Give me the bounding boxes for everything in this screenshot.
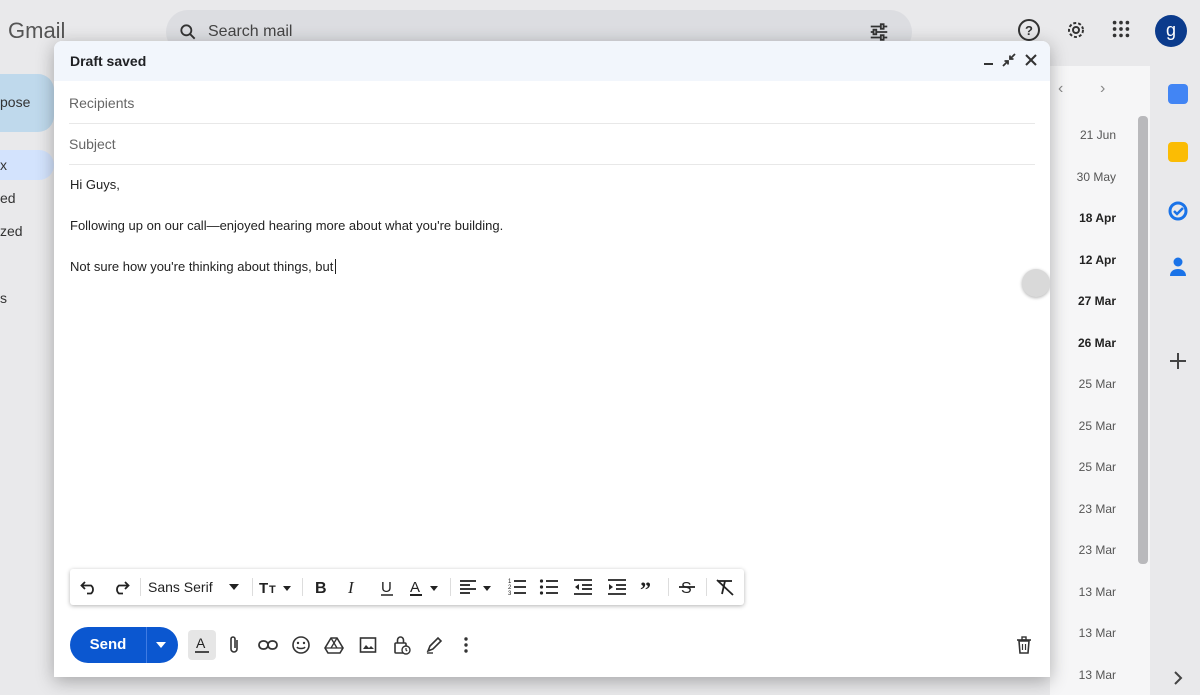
formatting-toolbar: Sans Serif TT B I U A 123 ” S — [70, 569, 744, 605]
email-date: 23 Mar — [1078, 543, 1116, 557]
svg-text:U: U — [381, 579, 392, 596]
redo-icon[interactable] — [110, 577, 132, 597]
compose-button[interactable]: pose — [0, 74, 54, 132]
indent-less-icon[interactable] — [572, 577, 594, 597]
align-icon[interactable] — [458, 577, 496, 597]
send-button-group: Send — [70, 627, 178, 663]
help-icon[interactable]: ? — [1017, 18, 1041, 42]
email-date: 25 Mar — [1078, 418, 1116, 433]
email-date: 13 Mar — [1078, 626, 1116, 640]
subject-placeholder: Subject — [69, 136, 116, 152]
svg-text:B: B — [315, 580, 327, 596]
prev-page-icon[interactable]: ‹ — [1058, 80, 1063, 98]
email-date: 23 Mar — [1078, 501, 1116, 516]
emoji-icon[interactable] — [289, 633, 313, 657]
nav-item-sent[interactable]: ed — [0, 190, 16, 206]
body-line: Following up on our call—enjoyed hearing… — [70, 218, 504, 233]
svg-text:A: A — [196, 635, 206, 651]
email-date: 13 Mar — [1078, 667, 1116, 682]
tasks-icon[interactable] — [1166, 199, 1190, 223]
signature-pen-icon[interactable] — [422, 633, 446, 657]
search-icon[interactable] — [178, 22, 198, 42]
svg-text:A: A — [410, 579, 420, 596]
numbered-list-icon[interactable]: 123 — [506, 577, 528, 597]
font-family-select[interactable]: Sans Serif — [148, 577, 248, 597]
email-date: 25 Mar — [1078, 377, 1116, 391]
text-color-icon[interactable]: A — [408, 577, 442, 597]
bold-icon[interactable]: B — [310, 577, 332, 597]
underline-icon[interactable]: U — [376, 577, 398, 597]
text-cursor — [335, 259, 337, 274]
search-placeholder: Search mail — [208, 23, 293, 40]
svg-text:S: S — [681, 580, 692, 596]
nav-item-labels[interactable]: s — [0, 290, 7, 306]
recipients-placeholder: Recipients — [69, 95, 135, 111]
font-size-icon[interactable]: TT — [258, 577, 296, 597]
account-avatar[interactable]: g — [1155, 15, 1187, 47]
quote-icon[interactable]: ” — [638, 577, 660, 597]
chevron-down-icon — [228, 584, 239, 590]
contacts-icon[interactable] — [1168, 256, 1188, 278]
email-date: 25 Mar — [1078, 460, 1116, 474]
chevron-down-icon — [156, 642, 166, 648]
svg-text:?: ? — [1025, 23, 1033, 38]
compose-title: Draft saved — [70, 53, 147, 69]
exit-fullscreen-icon[interactable] — [1002, 53, 1016, 67]
filter-options-icon[interactable] — [868, 21, 890, 43]
keep-icon[interactable] — [1168, 142, 1188, 162]
nav-item-snoozed[interactable]: zed — [0, 223, 23, 239]
google-drive-icon[interactable] — [322, 633, 346, 657]
send-button[interactable]: Send — [70, 627, 146, 663]
body-line: Not sure how you're thinking about thing… — [70, 259, 1030, 300]
subject-field[interactable]: Subject — [69, 123, 1035, 165]
discard-draft-trash-icon[interactable] — [1012, 633, 1036, 657]
email-date: 26 Mar — [1077, 335, 1116, 350]
email-date: 12 Apr — [1079, 252, 1116, 267]
insert-link-icon[interactable] — [256, 633, 280, 657]
confidential-mode-icon[interactable] — [390, 633, 414, 657]
body-line: Hi Guys, — [70, 177, 120, 192]
expand-side-panel-icon[interactable] — [1172, 670, 1184, 686]
drag-handle[interactable] — [1022, 269, 1050, 297]
minimize-icon[interactable] — [982, 53, 996, 67]
formatting-options-icon[interactable]: A — [188, 630, 216, 660]
message-body[interactable]: Hi Guys, Following up on our call—enjoye… — [70, 177, 1030, 300]
svg-text:I: I — [347, 578, 355, 596]
email-date: 30 May — [1076, 169, 1116, 184]
settings-gear-icon[interactable] — [1064, 18, 1088, 42]
svg-text:”: ” — [640, 579, 651, 595]
calendar-icon[interactable] — [1168, 84, 1188, 104]
next-page-icon[interactable]: › — [1100, 80, 1105, 98]
italic-icon[interactable]: I — [342, 577, 364, 597]
add-addon-icon[interactable] — [1169, 352, 1187, 370]
compose-header[interactable]: Draft saved — [54, 41, 1050, 81]
svg-text:3: 3 — [508, 591, 512, 596]
undo-icon[interactable] — [78, 577, 100, 597]
email-date: 21 Jun — [1079, 128, 1116, 142]
insert-photo-icon[interactable] — [356, 633, 380, 657]
more-options-icon[interactable] — [454, 633, 478, 657]
bulleted-list-icon[interactable] — [538, 577, 560, 597]
attach-file-icon[interactable] — [222, 633, 246, 657]
schedule-send-dropdown[interactable] — [147, 627, 178, 663]
email-date: 13 Mar — [1078, 584, 1116, 599]
email-date: 27 Mar — [1077, 294, 1116, 308]
svg-text:T: T — [259, 580, 268, 596]
strikethrough-icon[interactable]: S — [676, 577, 698, 597]
nav-inbox[interactable]: x — [0, 150, 54, 180]
svg-text:T: T — [269, 584, 276, 596]
scrollbar[interactable] — [1138, 116, 1148, 564]
apps-grid-icon[interactable] — [1110, 18, 1132, 40]
compose-window: Draft saved Recipients Subject Hi Guys, … — [54, 41, 1050, 677]
close-icon[interactable] — [1024, 53, 1038, 67]
font-family-label: Sans Serif — [148, 579, 213, 595]
remove-formatting-icon[interactable] — [714, 577, 736, 597]
email-date: 18 Apr — [1079, 211, 1116, 225]
recipients-field[interactable]: Recipients — [69, 82, 1035, 124]
indent-more-icon[interactable] — [606, 577, 628, 597]
